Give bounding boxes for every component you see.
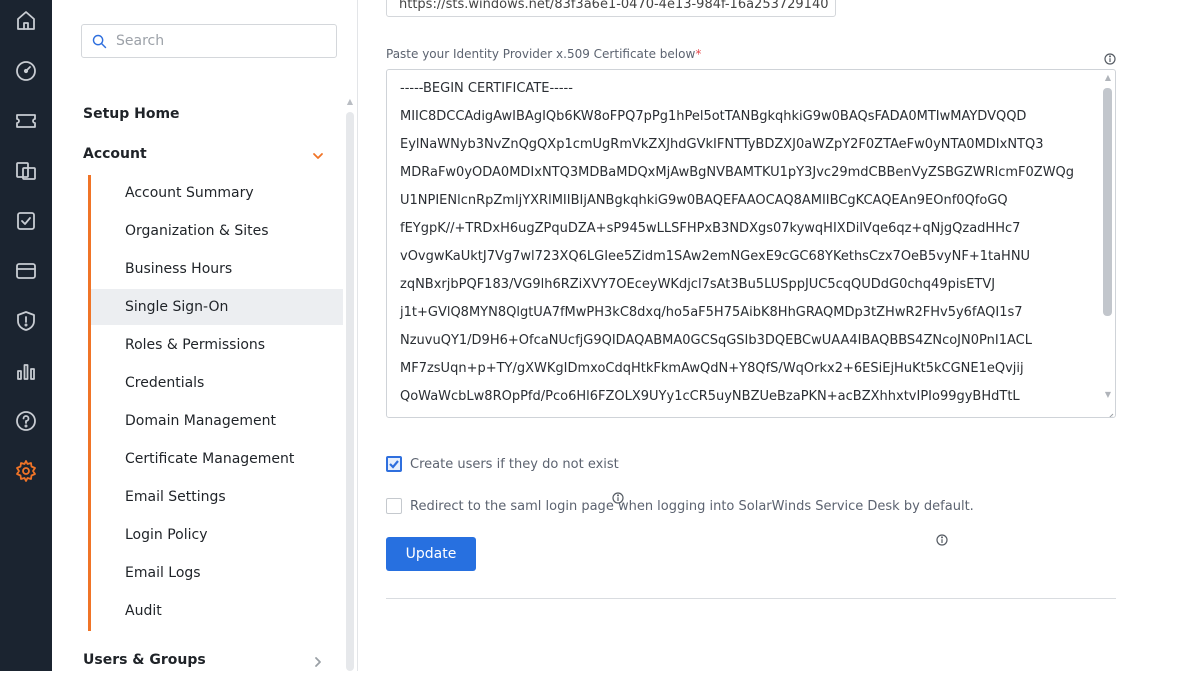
sidebar-item-label: Certificate Management (125, 451, 295, 467)
sidebar-item-label: Roles & Permissions (125, 337, 266, 353)
sidebar-item-label: Organization & Sites (125, 223, 269, 239)
idp-url-field[interactable]: https://sts.windows.net/83f3a6e1-0470-4e… (386, 0, 836, 17)
sidebar-item-label: Audit (125, 603, 162, 619)
setup-home-link[interactable]: Setup Home (83, 106, 180, 122)
info-icon[interactable] (936, 531, 948, 546)
cert-label-text: Paste your Identity Provider x.509 Certi… (386, 47, 696, 61)
billing-card-icon[interactable] (13, 258, 39, 284)
cert-line: MF7zsUqn+p+TY/gXWKgIDmxoCdqHtkFkmAwQdN+Y… (400, 361, 1024, 376)
cert-line: MDRaFw0yODA0MDIxNTQ3MDBaMDQxMjAwBgNVBAMT… (400, 165, 1075, 180)
settings-sidebar: Setup Home Account Account Summary Organ… (52, 0, 358, 671)
required-asterisk: * (695, 47, 702, 61)
redirect-label: Redirect to the saml login page when log… (410, 498, 974, 514)
reports-chart-icon[interactable] (13, 358, 39, 384)
certificate-textarea[interactable]: -----BEGIN CERTIFICATE----- MIIC8DCCAdig… (386, 69, 1116, 418)
cert-line: fEYgpK//+TRDxH6ugZPquDZA+sP945wLLSFHPxB3… (400, 221, 1021, 236)
cert-line: j1t+GVlQ8MYN8QlgtUA7fMwPH3kC8dxq/ho5aF5H… (400, 305, 1023, 320)
sidebar-item-audit[interactable]: Audit (91, 593, 343, 629)
help-icon[interactable] (13, 408, 39, 434)
sidebar-item-label: Credentials (125, 375, 205, 391)
sidebar-item-account-summary[interactable]: Account Summary (91, 175, 343, 211)
sidebar-item-credentials[interactable]: Credentials (91, 365, 343, 401)
info-icon[interactable] (1104, 50, 1116, 65)
create-users-option[interactable]: Create users if they do not exist (386, 456, 619, 472)
cert-line: -----BEGIN CERTIFICATE----- (400, 81, 573, 96)
checkmark-icon (389, 460, 399, 469)
sidebar-item-label: Business Hours (125, 261, 233, 277)
cert-line: U1NPIENlcnRpZmljYXRlMIIBIjANBgkqhkiG9w0B… (400, 193, 1008, 208)
sidebar-item-login-policy[interactable]: Login Policy (91, 517, 343, 553)
search-input[interactable] (116, 33, 316, 49)
sidebar-item-business-hours[interactable]: Business Hours (91, 251, 343, 287)
sidebar-item-label: Email Logs (125, 565, 201, 581)
cert-line: MIIC8DCCAdigAwIBAgIQb6KW8oFPQ7pPg1hPel5o… (400, 109, 1027, 124)
cert-line: NzuvuQY1/D9H6+OfcaNUcfjG9QIDAQABMA0GCSqG… (400, 333, 1032, 348)
redirect-checkbox[interactable] (386, 498, 402, 514)
create-users-checkbox[interactable] (386, 456, 402, 472)
tasks-checkbox-icon[interactable] (13, 208, 39, 234)
dashboard-gauge-icon[interactable] (13, 58, 39, 84)
sidebar-item-email-logs[interactable]: Email Logs (91, 555, 343, 591)
section-divider (386, 598, 1116, 599)
app-icon-rail (0, 0, 52, 671)
chevron-right-icon[interactable] (311, 654, 325, 668)
cert-line: zqNBxrjbPQF183/VG9lh6RZiXVY7OEceyWKdjcl7… (400, 277, 996, 292)
account-section-header[interactable]: Account (83, 146, 147, 162)
textarea-scroll-down-arrow[interactable]: ▼ (1105, 390, 1111, 399)
sidebar-scrollbar[interactable] (346, 112, 354, 671)
search-box[interactable] (81, 24, 337, 58)
sidebar-item-domain-management[interactable]: Domain Management (91, 403, 343, 439)
create-users-label: Create users if they do not exist (410, 456, 619, 472)
sidebar-item-label: Domain Management (125, 413, 276, 429)
cert-line: EylNaWNyb3NvZnQgQXp1cmUgRmVkZXJhdGVkIFNT… (400, 137, 1044, 152)
sidebar-item-label: Login Policy (125, 527, 208, 543)
users-groups-section-header[interactable]: Users & Groups (83, 652, 206, 668)
sso-settings-panel: https://sts.windows.net/83f3a6e1-0470-4e… (358, 0, 1201, 671)
cert-line: QoWaWcbLw8ROpPfd/Pco6Hl6FZOLX9UYy1cCR5uy… (400, 389, 1020, 404)
cert-line: vOvgwKaUktJ7Vg7wl723XQ6LGIee5Zidm1SAw2em… (400, 249, 1031, 264)
ticket-icon[interactable] (13, 108, 39, 134)
resize-grip-icon[interactable] (1104, 406, 1114, 417)
sidebar-scroll-up-arrow[interactable]: ▲ (346, 98, 354, 106)
chevron-down-icon[interactable] (311, 148, 325, 162)
textarea-scroll-up-arrow[interactable]: ▲ (1105, 73, 1111, 82)
update-button[interactable]: Update (386, 537, 476, 571)
cert-field-label: Paste your Identity Provider x.509 Certi… (386, 47, 701, 61)
sidebar-item-roles-permissions[interactable]: Roles & Permissions (91, 327, 343, 363)
search-icon (92, 34, 107, 48)
sidebar-item-certificate-management[interactable]: Certificate Management (91, 441, 343, 477)
redirect-option[interactable]: Redirect to the saml login page when log… (386, 498, 974, 514)
settings-gear-icon[interactable] (13, 458, 39, 484)
textarea-scrollbar-thumb[interactable] (1103, 88, 1112, 316)
assets-icon[interactable] (13, 158, 39, 184)
sidebar-item-label: Single Sign-On (125, 299, 229, 315)
security-shield-icon[interactable] (13, 308, 39, 334)
sidebar-item-organization-sites[interactable]: Organization & Sites (91, 213, 343, 249)
home-icon[interactable] (13, 8, 39, 34)
sidebar-item-single-sign-on[interactable]: Single Sign-On (91, 289, 343, 325)
sidebar-item-label: Email Settings (125, 489, 226, 505)
sidebar-item-label: Account Summary (125, 185, 254, 201)
sidebar-item-email-settings[interactable]: Email Settings (91, 479, 343, 515)
